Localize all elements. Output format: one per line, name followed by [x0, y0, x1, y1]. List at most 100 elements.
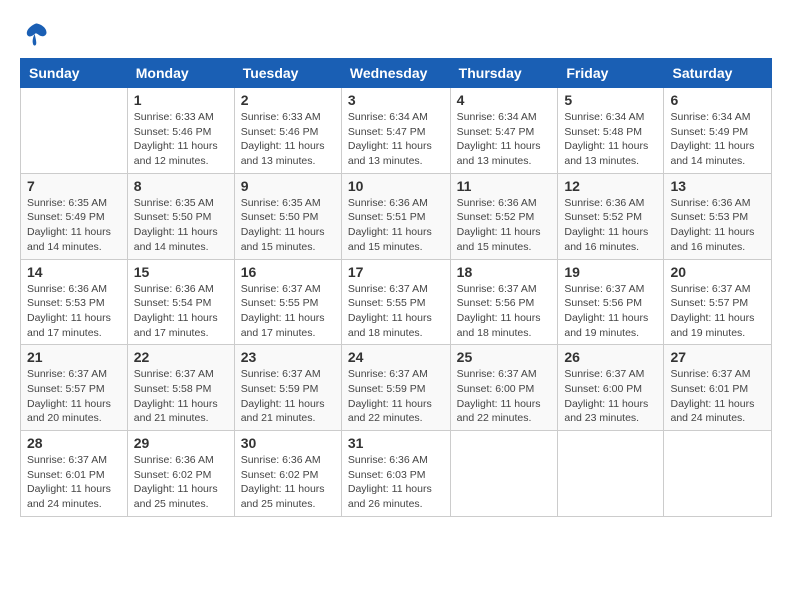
day-info: Sunrise: 6:37 AM Sunset: 6:01 PM Dayligh…: [27, 453, 121, 512]
day-cell: 17Sunrise: 6:37 AM Sunset: 5:55 PM Dayli…: [341, 259, 450, 345]
day-cell: 19 Sunrise: 6:37 AM Sunset: 5:56 PM Dayli…: [558, 259, 664, 345]
day-cell: 12 Sunrise: 6:36 AM Sunset: 5:52 PM Dayli…: [558, 173, 664, 259]
header-friday: Friday: [558, 59, 664, 88]
header-monday: Monday: [127, 59, 234, 88]
day-info: Sunrise: 6:36 AM Sunset: 6:03 PM Dayligh…: [348, 453, 444, 512]
day-cell: 16 Sunrise: 6:37 AM Sunset: 5:55 PM Dayli…: [234, 259, 341, 345]
header-sunday: Sunday: [21, 59, 128, 88]
day-cell: 9 Sunrise: 6:35 AM Sunset: 5:50 PM Daylig…: [234, 173, 341, 259]
logo-bird-icon: [22, 20, 50, 48]
day-number: 26: [564, 349, 657, 365]
day-cell: 24Sunrise: 6:37 AM Sunset: 5:59 PM Dayli…: [341, 345, 450, 431]
day-cell: 18 Sunrise: 6:37 AM Sunset: 5:56 PM Dayli…: [450, 259, 558, 345]
week-row-2: 7Sunrise: 6:35 AM Sunset: 5:49 PM Daylig…: [21, 173, 772, 259]
day-cell: [664, 431, 772, 517]
day-cell: 1Sunrise: 6:33 AM Sunset: 5:46 PM Daylig…: [127, 88, 234, 174]
day-cell: 22 Sunrise: 6:37 AM Sunset: 5:58 PM Dayli…: [127, 345, 234, 431]
header-wednesday: Wednesday: [341, 59, 450, 88]
day-number: 24: [348, 349, 444, 365]
day-cell: 15 Sunrise: 6:36 AM Sunset: 5:54 PM Dayli…: [127, 259, 234, 345]
day-cell: 27 Sunrise: 6:37 AM Sunset: 6:01 PM Dayli…: [664, 345, 772, 431]
day-number: 2: [241, 92, 335, 108]
page-header: [20, 20, 772, 48]
day-number: 14: [27, 264, 121, 280]
day-number: 13: [670, 178, 765, 194]
header-tuesday: Tuesday: [234, 59, 341, 88]
day-cell: 25 Sunrise: 6:37 AM Sunset: 6:00 PM Dayli…: [450, 345, 558, 431]
day-number: 19: [564, 264, 657, 280]
day-info: Sunrise: 6:37 AM Sunset: 5:57 PM Dayligh…: [670, 282, 765, 341]
day-number: 12: [564, 178, 657, 194]
day-cell: 5 Sunrise: 6:34 AM Sunset: 5:48 PM Daylig…: [558, 88, 664, 174]
day-info: Sunrise: 6:37 AM Sunset: 5:57 PM Dayligh…: [27, 367, 121, 426]
header-thursday: Thursday: [450, 59, 558, 88]
day-number: 6: [670, 92, 765, 108]
day-info: Sunrise: 6:36 AM Sunset: 5:52 PM Dayligh…: [564, 196, 657, 255]
day-info: Sunrise: 6:36 AM Sunset: 6:02 PM Dayligh…: [134, 453, 228, 512]
day-info: Sunrise: 6:37 AM Sunset: 6:01 PM Dayligh…: [670, 367, 765, 426]
day-cell: 6 Sunrise: 6:34 AM Sunset: 5:49 PM Daylig…: [664, 88, 772, 174]
day-number: 27: [670, 349, 765, 365]
week-row-5: 28 Sunrise: 6:37 AM Sunset: 6:01 PM Dayli…: [21, 431, 772, 517]
day-number: 5: [564, 92, 657, 108]
day-cell: 3 Sunrise: 6:34 AM Sunset: 5:47 PM Daylig…: [341, 88, 450, 174]
day-number: 11: [457, 178, 552, 194]
day-cell: [558, 431, 664, 517]
week-row-3: 14Sunrise: 6:36 AM Sunset: 5:53 PM Dayli…: [21, 259, 772, 345]
day-cell: 20Sunrise: 6:37 AM Sunset: 5:57 PM Dayli…: [664, 259, 772, 345]
day-info: Sunrise: 6:37 AM Sunset: 5:56 PM Dayligh…: [564, 282, 657, 341]
day-info: Sunrise: 6:37 AM Sunset: 5:55 PM Dayligh…: [241, 282, 335, 341]
day-number: 15: [134, 264, 228, 280]
day-info: Sunrise: 6:36 AM Sunset: 5:53 PM Dayligh…: [670, 196, 765, 255]
day-cell: 14Sunrise: 6:36 AM Sunset: 5:53 PM Dayli…: [21, 259, 128, 345]
day-info: Sunrise: 6:34 AM Sunset: 5:47 PM Dayligh…: [348, 110, 444, 169]
day-number: 28: [27, 435, 121, 451]
day-info: Sunrise: 6:35 AM Sunset: 5:50 PM Dayligh…: [241, 196, 335, 255]
day-number: 4: [457, 92, 552, 108]
day-info: Sunrise: 6:36 AM Sunset: 6:02 PM Dayligh…: [241, 453, 335, 512]
day-info: Sunrise: 6:34 AM Sunset: 5:49 PM Dayligh…: [670, 110, 765, 169]
day-info: Sunrise: 6:34 AM Sunset: 5:47 PM Dayligh…: [457, 110, 552, 169]
day-cell: 29 Sunrise: 6:36 AM Sunset: 6:02 PM Dayli…: [127, 431, 234, 517]
day-cell: 30 Sunrise: 6:36 AM Sunset: 6:02 PM Dayli…: [234, 431, 341, 517]
day-info: Sunrise: 6:37 AM Sunset: 6:00 PM Dayligh…: [457, 367, 552, 426]
week-row-1: 1 Sunrise: 6:33 AM Sunset: 5:46 PM Daylig…: [21, 88, 772, 174]
day-number: 22: [134, 349, 228, 365]
day-cell: 13 Sunrise: 6:36 AM Sunset: 5:53 PM Dayli…: [664, 173, 772, 259]
day-number: 18: [457, 264, 552, 280]
day-number: 29: [134, 435, 228, 451]
day-info: Sunrise: 6:36 AM Sunset: 5:51 PM Dayligh…: [348, 196, 444, 255]
day-cell: 8Sunrise: 6:35 AM Sunset: 5:50 PM Daylig…: [127, 173, 234, 259]
day-number: 10: [348, 178, 444, 194]
day-info: Sunrise: 6:34 AM Sunset: 5:48 PM Dayligh…: [564, 110, 657, 169]
day-number: 1: [134, 92, 228, 108]
day-cell: 4 Sunrise: 6:34 AM Sunset: 5:47 PM Daylig…: [450, 88, 558, 174]
day-info: Sunrise: 6:37 AM Sunset: 5:56 PM Dayligh…: [457, 282, 552, 341]
day-number: 21: [27, 349, 121, 365]
day-cell: 10 Sunrise: 6:36 AM Sunset: 5:51 PM Dayli…: [341, 173, 450, 259]
day-info: Sunrise: 6:37 AM Sunset: 5:58 PM Dayligh…: [134, 367, 228, 426]
day-info: Sunrise: 6:35 AM Sunset: 5:49 PM Dayligh…: [27, 196, 121, 255]
weekday-header-row: Sunday Monday Tuesday Wednesday Thursday…: [21, 59, 772, 88]
day-info: Sunrise: 6:37 AM Sunset: 6:00 PM Dayligh…: [564, 367, 657, 426]
day-cell: 26 Sunrise: 6:37 AM Sunset: 6:00 PM Dayli…: [558, 345, 664, 431]
day-number: 17: [348, 264, 444, 280]
day-number: 16: [241, 264, 335, 280]
day-info: Sunrise: 6:33 AM Sunset: 5:46 PM Dayligh…: [241, 110, 335, 169]
day-cell: [450, 431, 558, 517]
calendar-table: Sunday Monday Tuesday Wednesday Thursday…: [20, 58, 772, 517]
day-cell: [21, 88, 128, 174]
day-number: 9: [241, 178, 335, 194]
day-cell: 11Sunrise: 6:36 AM Sunset: 5:52 PM Dayli…: [450, 173, 558, 259]
day-number: 3: [348, 92, 444, 108]
day-info: Sunrise: 6:36 AM Sunset: 5:54 PM Dayligh…: [134, 282, 228, 341]
day-number: 30: [241, 435, 335, 451]
day-cell: 28 Sunrise: 6:37 AM Sunset: 6:01 PM Dayli…: [21, 431, 128, 517]
day-cell: 31Sunrise: 6:36 AM Sunset: 6:03 PM Dayli…: [341, 431, 450, 517]
day-cell: 21 Sunrise: 6:37 AM Sunset: 5:57 PM Dayli…: [21, 345, 128, 431]
day-number: 23: [241, 349, 335, 365]
day-cell: 7Sunrise: 6:35 AM Sunset: 5:49 PM Daylig…: [21, 173, 128, 259]
logo: [20, 20, 50, 48]
day-number: 25: [457, 349, 552, 365]
week-row-4: 21 Sunrise: 6:37 AM Sunset: 5:57 PM Dayli…: [21, 345, 772, 431]
